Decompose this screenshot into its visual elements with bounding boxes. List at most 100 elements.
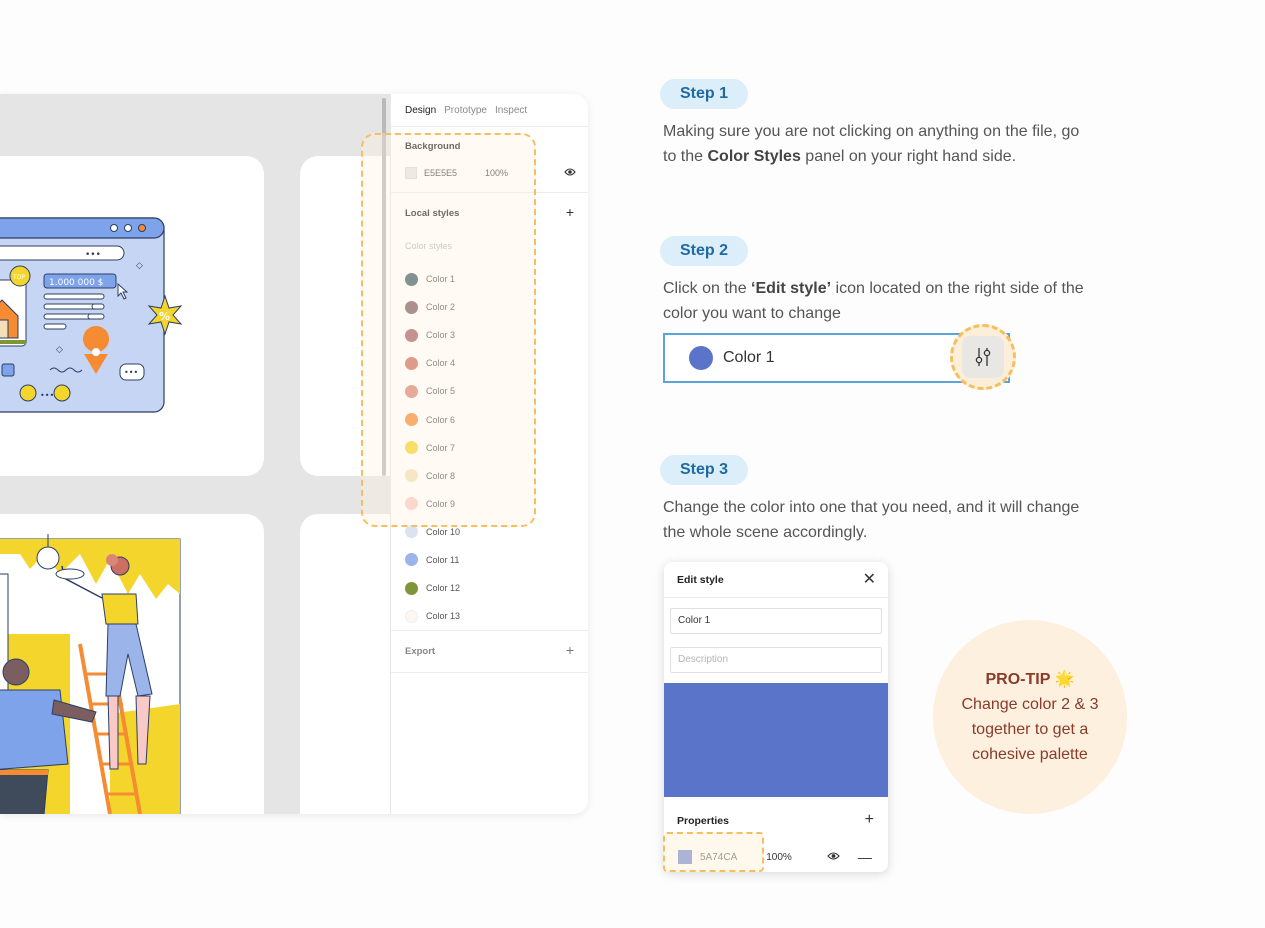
color-swatch-icon — [405, 469, 418, 483]
design-canvas: ••• 1.000 000 $ TOP % ••• ••• ◇ ◇ — [0, 94, 390, 814]
color-style-item[interactable]: Color 11 — [405, 546, 460, 574]
color-style-item[interactable]: Color 2 — [405, 293, 460, 321]
illustration-frame-website[interactable]: ••• 1.000 000 $ TOP % ••• ••• ◇ ◇ — [0, 156, 264, 476]
pro-tip-title: PRO-TIP — [985, 671, 1051, 688]
color-swatch-icon — [405, 581, 418, 595]
color-style-label: Color 10 — [426, 526, 461, 537]
step-2-text-a: Click on the — [663, 280, 752, 297]
background-row[interactable]: E5E5E5 100% — [405, 167, 576, 179]
color-style-item[interactable]: Color 4 — [405, 349, 460, 377]
illustration-frame-2[interactable] — [300, 156, 390, 476]
pro-tip-body: Change color 2 & 3 together to get a coh… — [961, 696, 1099, 763]
color-swatch-icon — [405, 525, 418, 539]
color-style-name: Color 1 — [723, 349, 775, 366]
svg-text:1.000 000 $: 1.000 000 $ — [49, 278, 103, 288]
step-1-text: Making sure you are not clicking on anyt… — [663, 119, 1093, 169]
color-style-label: Color 12 — [426, 583, 461, 594]
color-swatch-icon — [405, 497, 418, 511]
illustration-frame-4[interactable] — [300, 514, 390, 814]
step-3-text: Change the color into one that you need,… — [663, 499, 1080, 541]
close-icon[interactable]: ✕ — [863, 571, 876, 588]
step-1-bold: Color Styles — [707, 148, 801, 165]
design-panel: Design Prototype Inspect Background E5E5… — [390, 94, 588, 814]
local-styles-title: Local styles — [405, 208, 460, 219]
fill-opacity[interactable]: 100% — [766, 852, 792, 863]
edit-style-highlight — [950, 324, 1016, 390]
color-style-label: Color 7 — [426, 442, 456, 453]
color-swatch-icon — [405, 553, 418, 567]
tab-prototype[interactable]: Prototype — [444, 105, 487, 116]
style-name-field[interactable]: Color 1 — [670, 608, 882, 634]
illustration-frame-painting[interactable] — [0, 514, 264, 814]
tab-inspect[interactable]: Inspect — [495, 105, 527, 116]
color-style-label: Color 4 — [426, 358, 456, 369]
remove-fill-minus-icon[interactable]: — — [858, 849, 872, 865]
color-style-item[interactable]: Color 9 — [405, 490, 460, 518]
fill-hex[interactable]: 5A74CA — [700, 852, 737, 863]
local-styles-section: Local styles + Color styles Color 1 Color… — [391, 193, 588, 631]
svg-text:•••: ••• — [85, 250, 101, 260]
add-export-plus-icon[interactable]: + — [564, 643, 576, 657]
svg-text:%: % — [159, 310, 170, 323]
color-style-label: Color 8 — [426, 470, 456, 481]
figma-screenshot: ••• 1.000 000 $ TOP % ••• ••• ◇ ◇ Design… — [0, 94, 588, 814]
edit-style-dialog: Edit style ✕ Color 1 Description Propert… — [664, 562, 888, 872]
color-style-label: Color 2 — [426, 302, 456, 313]
color-style-label: Color 3 — [426, 330, 456, 341]
fill-swatch[interactable] — [678, 850, 692, 864]
color-style-item[interactable]: Color 3 — [405, 321, 460, 349]
tab-design[interactable]: Design — [405, 105, 436, 116]
pro-tip-bubble: PRO-TIP 🌟 Change color 2 & 3 together to… — [933, 620, 1127, 814]
color-swatch-icon — [405, 328, 418, 342]
background-opacity[interactable]: 100% — [485, 168, 508, 178]
step-2-text: Click on the ‘Edit style’ icon located o… — [663, 276, 1093, 326]
background-title: Background — [405, 141, 461, 152]
color-style-item[interactable]: Color 10 — [405, 518, 460, 546]
color-style-item[interactable]: Color 12 — [405, 574, 460, 602]
step-2-bold: ‘Edit style’ — [751, 280, 832, 297]
color-swatch-icon — [405, 441, 418, 455]
add-property-plus-icon[interactable]: + — [865, 811, 874, 829]
description-field[interactable]: Description — [670, 647, 882, 673]
color-style-item[interactable]: Color 5 — [405, 377, 460, 405]
color-swatch-icon — [405, 356, 418, 370]
color-style-item[interactable]: Color 1 — [405, 265, 460, 293]
export-section: Export + — [391, 631, 588, 673]
svg-text:◇: ◇ — [56, 345, 63, 355]
color-style-item[interactable]: Color 13 — [405, 602, 460, 630]
svg-text:•••: ••• — [124, 368, 138, 377]
color-style-label: Color 1 — [426, 274, 456, 285]
background-hex[interactable]: E5E5E5 — [424, 168, 457, 178]
eye-icon[interactable] — [564, 167, 576, 179]
properties-section: Properties + 5A74CA 100% — — [664, 797, 888, 872]
color-style-label: Color 6 — [426, 414, 456, 425]
website-illustration: ••• 1.000 000 $ TOP % ••• ••• ◇ ◇ — [0, 217, 183, 413]
panel-tabs: Design Prototype Inspect — [391, 94, 588, 127]
add-style-plus-icon[interactable]: + — [564, 205, 576, 219]
color-style-label: Color 13 — [426, 611, 461, 622]
dialog-title: Edit style — [677, 573, 724, 586]
svg-text:•••: ••• — [40, 391, 54, 400]
color-style-label: Color 5 — [426, 386, 456, 397]
color-style-item[interactable]: Color 6 — [405, 405, 460, 433]
color-swatch-icon — [405, 384, 418, 398]
background-section: Background E5E5E5 100% — [391, 127, 588, 193]
pro-tip-heading: PRO-TIP 🌟 — [986, 667, 1075, 692]
edit-style-button[interactable] — [962, 336, 1004, 378]
export-title: Export — [405, 646, 436, 657]
fill-row: 5A74CA 100% — — [664, 841, 888, 872]
dialog-header: Edit style ✕ — [664, 562, 888, 598]
svg-text:◇: ◇ — [136, 261, 143, 271]
color-swatch-icon — [405, 413, 418, 427]
canvas-scrollbar[interactable] — [382, 98, 386, 476]
color-swatch-icon — [405, 300, 418, 314]
background-swatch[interactable] — [405, 167, 417, 179]
step-3-badge: Step 3 — [660, 455, 749, 485]
color-preview — [664, 683, 888, 797]
eye-icon[interactable] — [827, 851, 840, 864]
painting-illustration — [0, 534, 181, 814]
color-styles-label: Color styles — [405, 241, 453, 251]
color-style-item[interactable]: Color 7 — [405, 434, 460, 462]
color-style-label: Color 9 — [426, 498, 456, 509]
color-style-item[interactable]: Color 8 — [405, 462, 460, 490]
